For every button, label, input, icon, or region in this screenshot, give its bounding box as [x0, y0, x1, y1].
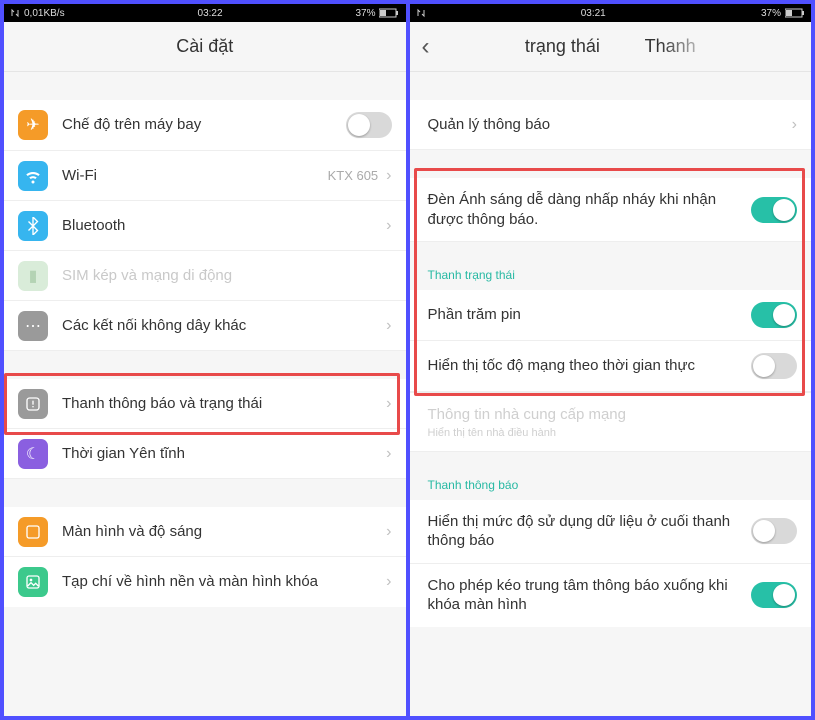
row-sublabel: Hiển thị tên nhà điều hành	[428, 427, 798, 439]
arrows-icon	[416, 8, 426, 18]
row-label: SIM kép và mạng di động	[62, 266, 392, 286]
row-manage-notifications[interactable]: Quản lý thông báo ›	[410, 100, 812, 150]
row-label: Thời gian Yên tĩnh	[62, 444, 382, 464]
sim-icon: ▮	[18, 261, 48, 291]
chevron-right-icon: ›	[792, 116, 797, 134]
status-time: 03:21	[581, 8, 606, 19]
moon-icon: ☾	[18, 439, 48, 469]
row-data-usage-bottom[interactable]: Hiển thị mức độ sử dụng dữ liệu ở cuối t…	[410, 500, 812, 564]
page-header: ‹ trạng thái Thanh	[410, 22, 812, 72]
row-label: Hiển thị mức độ sử dụng dữ liệu ở cuối t…	[428, 512, 752, 551]
row-label: Bluetooth	[62, 216, 382, 236]
alert-icon	[18, 389, 48, 419]
datausage-toggle[interactable]	[751, 518, 797, 544]
back-button[interactable]: ‹	[422, 33, 430, 61]
row-label: Các kết nối không dây khác	[62, 316, 382, 336]
row-battery-percentage[interactable]: Phần trăm pin	[410, 290, 812, 341]
title-part2: Thanh	[645, 36, 696, 56]
settings-list: ✈ Chế độ trên máy bay Wi-Fi KTX 605 › Bl…	[4, 72, 406, 716]
row-notification-status-bar[interactable]: Thanh thông báo và trạng thái ›	[4, 379, 406, 429]
battery-percent-toggle[interactable]	[751, 302, 797, 328]
page-title: Cài đặt	[176, 36, 233, 57]
chevron-right-icon: ›	[386, 167, 391, 185]
page-title: trạng thái Thanh	[525, 36, 696, 57]
row-airplane-mode[interactable]: ✈ Chế độ trên máy bay	[4, 100, 406, 151]
row-realtime-netspeed[interactable]: Hiển thị tốc độ mạng theo thời gian thực	[410, 341, 812, 392]
battery-icon	[785, 8, 805, 18]
more-icon: ⋯	[18, 311, 48, 341]
row-label: Đèn Ánh sáng dễ dàng nhấp nháy khi nhận …	[428, 190, 752, 229]
pulldown-toggle[interactable]	[751, 582, 797, 608]
row-display[interactable]: Màn hình và độ sáng ›	[4, 507, 406, 557]
row-do-not-disturb[interactable]: ☾ Thời gian Yên tĩnh ›	[4, 429, 406, 479]
netspeed-text: 0,01KB/s	[24, 8, 65, 19]
chevron-right-icon: ›	[386, 217, 391, 235]
row-sim-network: ▮ SIM kép và mạng di động	[4, 251, 406, 301]
title-part1: trạng thái	[525, 36, 600, 56]
airplane-icon: ✈	[18, 110, 48, 140]
row-blink-on-notification[interactable]: Đèn Ánh sáng dễ dàng nhấp nháy khi nhận …	[410, 178, 812, 242]
row-other-wireless[interactable]: ⋯ Các kết nối không dây khác ›	[4, 301, 406, 351]
netspeed-toggle[interactable]	[751, 353, 797, 379]
row-label: Thanh thông báo và trạng thái	[62, 394, 382, 414]
page-header: Cài đặt	[4, 22, 406, 72]
row-label: Thông tin nhà cung cấp mạng	[428, 406, 626, 423]
screen-settings: 0,01KB/s 03:22 37% Cài đặt ✈ Chế độ trên…	[4, 4, 406, 716]
battery-percent: 37%	[355, 8, 375, 19]
chevron-right-icon: ›	[386, 317, 391, 335]
status-time: 03:22	[198, 8, 223, 19]
wifi-icon	[18, 161, 48, 191]
chevron-right-icon: ›	[386, 573, 391, 591]
display-icon	[18, 517, 48, 547]
row-pulldown-locked[interactable]: Cho phép kéo trung tâm thông báo xuống k…	[410, 564, 812, 627]
wallpaper-icon	[18, 567, 48, 597]
row-label: Wi-Fi	[62, 166, 328, 186]
chevron-right-icon: ›	[386, 445, 391, 463]
status-bar: 03:21 37%	[410, 4, 812, 22]
group-header-statusbar: Thanh trạng thái	[410, 242, 812, 290]
row-label: Chế độ trên máy bay	[62, 115, 346, 135]
arrows-icon	[10, 8, 20, 18]
row-label: Tạp chí về hình nền và màn hình khóa	[62, 572, 382, 592]
statusbar-settings-list: Quản lý thông báo › Đèn Ánh sáng dễ dàng…	[410, 72, 812, 716]
chevron-right-icon: ›	[386, 523, 391, 541]
row-label: Quản lý thông báo	[428, 115, 788, 135]
group-header-notificationbar: Thanh thông báo	[410, 452, 812, 500]
chevron-right-icon: ›	[386, 395, 391, 413]
status-bar: 0,01KB/s 03:22 37%	[4, 4, 406, 22]
airplane-toggle[interactable]	[346, 112, 392, 138]
row-label: Cho phép kéo trung tâm thông báo xuống k…	[428, 576, 752, 615]
row-label: Phần trăm pin	[428, 305, 752, 325]
bluetooth-icon	[18, 211, 48, 241]
battery-percent: 37%	[761, 8, 781, 19]
row-wallpaper[interactable]: Tạp chí về hình nền và màn hình khóa ›	[4, 557, 406, 607]
wifi-value: KTX 605	[328, 168, 379, 183]
row-label: Màn hình và độ sáng	[62, 522, 382, 542]
row-carrier-info: Thông tin nhà cung cấp mạng Hiển thị tên…	[410, 392, 812, 452]
blink-toggle[interactable]	[751, 197, 797, 223]
battery-icon	[379, 8, 399, 18]
row-label: Hiển thị tốc độ mạng theo thời gian thực	[428, 356, 752, 376]
row-bluetooth[interactable]: Bluetooth ›	[4, 201, 406, 251]
row-wifi[interactable]: Wi-Fi KTX 605 ›	[4, 151, 406, 201]
screen-status-bar-settings: 03:21 37% ‹ trạng thái Thanh Quản lý th	[410, 4, 812, 716]
